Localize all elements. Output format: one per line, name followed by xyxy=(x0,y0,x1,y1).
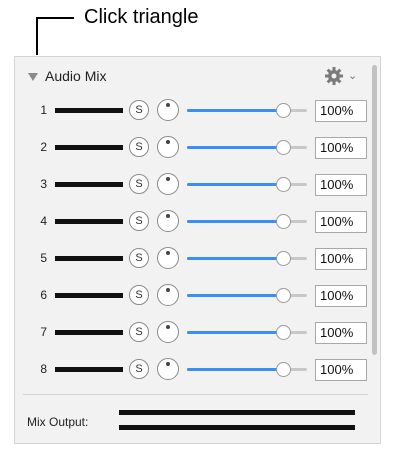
channel-row: 5 S 100% xyxy=(15,247,367,271)
channel-row: 1 S 100% xyxy=(15,99,367,123)
volume-slider[interactable] xyxy=(187,177,307,192)
volume-field[interactable]: 100% xyxy=(315,322,367,344)
volume-field[interactable]: 100% xyxy=(315,285,367,307)
volume-slider[interactable] xyxy=(187,214,307,229)
volume-slider-thumb[interactable] xyxy=(276,362,291,377)
volume-slider-fill xyxy=(187,183,283,186)
volume-slider[interactable] xyxy=(187,325,307,340)
pan-knob[interactable] xyxy=(157,321,179,343)
channel-level-meter xyxy=(55,367,123,372)
channel-level-meter xyxy=(55,330,123,335)
solo-button[interactable]: S xyxy=(129,100,149,120)
pan-indicator-dot xyxy=(166,325,170,329)
solo-button[interactable]: S xyxy=(129,211,149,231)
volume-slider-fill xyxy=(187,368,283,371)
channel-row: 3 S 100% xyxy=(15,173,367,197)
volume-slider[interactable] xyxy=(187,251,307,266)
gear-icon[interactable] xyxy=(323,65,345,87)
solo-button[interactable]: S xyxy=(129,322,149,342)
pan-indicator-dot xyxy=(166,177,170,181)
pan-knob[interactable] xyxy=(157,358,179,380)
volume-slider-thumb[interactable] xyxy=(276,251,291,266)
solo-button[interactable]: S xyxy=(129,137,149,157)
volume-field[interactable]: 100% xyxy=(315,211,367,233)
channel-number: 6 xyxy=(40,288,47,302)
channel-level-meter xyxy=(55,145,123,150)
pan-indicator-dot xyxy=(166,103,170,107)
volume-slider-thumb[interactable] xyxy=(276,214,291,229)
solo-button[interactable]: S xyxy=(129,359,149,379)
channel-row: 7 S 100% xyxy=(15,321,367,345)
volume-slider-fill xyxy=(187,257,283,260)
pan-indicator-dot xyxy=(166,362,170,366)
pan-indicator-dot xyxy=(166,288,170,292)
volume-slider[interactable] xyxy=(187,140,307,155)
solo-button[interactable]: S xyxy=(129,174,149,194)
channel-row: 4 S 100% xyxy=(15,210,367,234)
volume-slider-fill xyxy=(187,331,283,334)
volume-slider-fill xyxy=(187,294,283,297)
pan-knob[interactable] xyxy=(157,284,179,306)
pan-indicator-dot xyxy=(166,214,170,218)
channel-row: 6 S 100% xyxy=(15,284,367,308)
channel-number: 5 xyxy=(40,251,47,265)
scrollbar-thumb[interactable] xyxy=(372,65,377,355)
channel-number: 2 xyxy=(40,140,47,154)
volume-slider[interactable] xyxy=(187,288,307,303)
pan-knob[interactable] xyxy=(157,247,179,269)
volume-slider[interactable] xyxy=(187,103,307,118)
divider xyxy=(23,394,368,395)
pan-knob[interactable] xyxy=(157,99,179,121)
channel-row: 8 S 100% xyxy=(15,358,367,382)
channel-level-meter xyxy=(55,108,123,113)
disclosure-triangle-icon[interactable] xyxy=(28,73,38,81)
volume-slider-thumb[interactable] xyxy=(276,103,291,118)
volume-slider-thumb[interactable] xyxy=(276,177,291,192)
pan-knob[interactable] xyxy=(157,173,179,195)
volume-slider-fill xyxy=(187,109,283,112)
pan-knob[interactable] xyxy=(157,210,179,232)
volume-slider-fill xyxy=(187,146,283,149)
channel-number: 7 xyxy=(40,325,47,339)
mix-output-meter-right xyxy=(119,425,355,430)
volume-field[interactable]: 100% xyxy=(315,359,367,381)
solo-button[interactable]: S xyxy=(129,248,149,268)
volume-field[interactable]: 100% xyxy=(315,248,367,270)
callout-line xyxy=(36,17,74,55)
volume-slider-thumb[interactable] xyxy=(276,325,291,340)
mix-output-label: Mix Output: xyxy=(27,415,89,429)
channel-number: 8 xyxy=(40,362,47,376)
channel-number: 1 xyxy=(40,103,47,117)
channel-level-meter xyxy=(55,219,123,224)
volume-slider[interactable] xyxy=(187,362,307,377)
solo-button[interactable]: S xyxy=(129,285,149,305)
volume-slider-thumb[interactable] xyxy=(276,288,291,303)
pan-indicator-dot xyxy=(166,140,170,144)
pan-knob[interactable] xyxy=(157,136,179,158)
volume-slider-thumb[interactable] xyxy=(276,140,291,155)
volume-slider-fill xyxy=(187,220,283,223)
panel-title: Audio Mix xyxy=(45,68,107,84)
volume-field[interactable]: 100% xyxy=(315,100,367,122)
audio-mix-panel: Audio Mix ⌄ 1 S 100% 2 S 100% 3 S 100% 4 S 100% 5 S 10… xyxy=(14,56,381,444)
channel-number: 3 xyxy=(40,177,47,191)
channel-level-meter xyxy=(55,293,123,298)
callout-text: Click triangle xyxy=(84,6,199,28)
pan-indicator-dot xyxy=(166,251,170,255)
volume-field[interactable]: 100% xyxy=(315,137,367,159)
channel-row: 2 S 100% xyxy=(15,136,367,160)
volume-field[interactable]: 100% xyxy=(315,174,367,196)
channel-level-meter xyxy=(55,182,123,187)
channel-level-meter xyxy=(55,256,123,261)
mix-output-meter-left xyxy=(119,410,355,415)
chevron-down-icon[interactable]: ⌄ xyxy=(348,69,357,82)
channel-number: 4 xyxy=(40,214,47,228)
